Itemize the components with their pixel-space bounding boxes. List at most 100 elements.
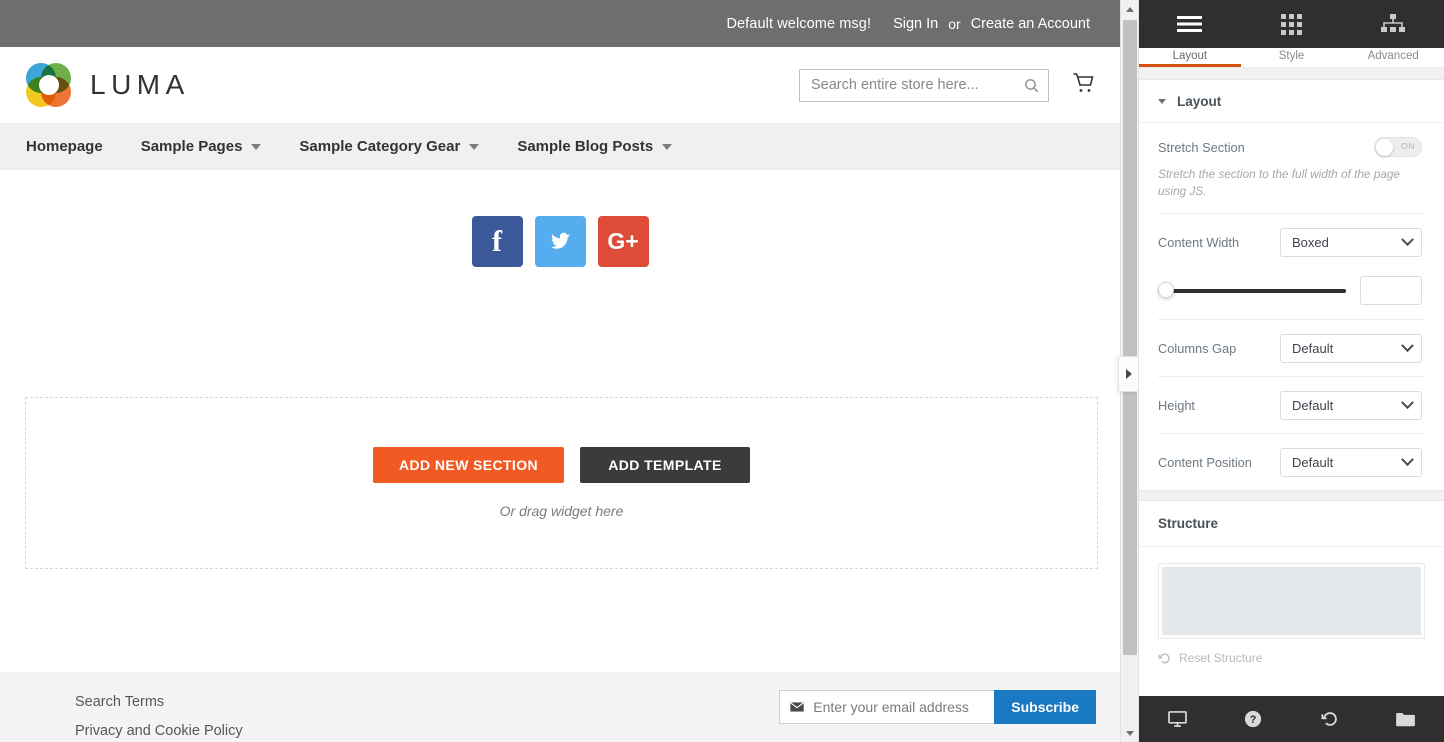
- height-select[interactable]: Default: [1280, 391, 1422, 421]
- store-header: LUMA: [0, 47, 1120, 123]
- toggle-state-label: NO: [1400, 141, 1414, 151]
- section-separator: [1139, 490, 1444, 502]
- sign-in-link[interactable]: Sign In: [893, 16, 938, 32]
- content-width-number-input[interactable]: [1360, 276, 1422, 306]
- columns-gap-label: Columns Gap: [1158, 341, 1237, 357]
- height-row: Height Default: [1139, 377, 1444, 433]
- scroll-down-arrow[interactable]: [1121, 724, 1138, 742]
- store-search[interactable]: [799, 68, 1049, 102]
- layout-section-title: Layout: [1177, 94, 1222, 109]
- drag-widget-hint: Or drag widget here: [499, 503, 624, 519]
- tab-advanced[interactable]: [1342, 0, 1444, 48]
- create-account-link[interactable]: Create an Account: [971, 16, 1090, 32]
- tab-style[interactable]: [1241, 0, 1343, 48]
- reset-structure-button[interactable]: Reset Structure: [1139, 639, 1444, 665]
- structure-section-header: Structure: [1139, 501, 1444, 548]
- logo-wordmark: LUMA: [90, 69, 190, 100]
- stretch-section-row: Stretch Section NO: [1139, 123, 1444, 170]
- nav-label: Sample Blog Posts: [517, 138, 654, 155]
- history-icon[interactable]: [1292, 710, 1368, 728]
- structure-preview[interactable]: [1158, 563, 1425, 640]
- chevron-down-icon: [1401, 453, 1414, 467]
- scroll-up-arrow[interactable]: [1121, 0, 1138, 18]
- content-position-value: Default: [1292, 455, 1334, 471]
- content-width-select[interactable]: Boxed: [1280, 228, 1422, 258]
- svg-text:?: ?: [1250, 714, 1257, 726]
- stretch-section-description: Stretch the section to the full width of…: [1158, 167, 1400, 199]
- store-navigation: Homepage Sample Pages Sample Category Ge…: [0, 123, 1120, 170]
- store-logo[interactable]: LUMA: [26, 62, 190, 108]
- responsive-mode-icon[interactable]: [1139, 710, 1215, 728]
- luma-logo-icon: [26, 62, 72, 108]
- twitter-icon[interactable]: [534, 216, 586, 267]
- tab-label-advanced[interactable]: Advanced: [1342, 48, 1444, 67]
- store-welcome-bar: Default welcome msg! Sign In or Create a…: [0, 0, 1120, 47]
- nav-label: Homepage: [26, 138, 103, 155]
- chevron-down-icon: [662, 143, 673, 150]
- nav-item-homepage[interactable]: Homepage: [26, 138, 103, 155]
- or-separator: or: [948, 15, 961, 32]
- editor-controls: Layout Stretch Section NO Stretch the se…: [1139, 80, 1444, 696]
- structure-body: [1139, 547, 1444, 640]
- facebook-glyph: f: [492, 224, 502, 258]
- editor-tab-icons: [1139, 0, 1444, 48]
- envelope-icon: [790, 702, 804, 712]
- content-position-label: Content Position: [1158, 455, 1252, 471]
- content-width-label: Content Width: [1158, 235, 1240, 251]
- structure-column-cell[interactable]: [1162, 567, 1421, 636]
- nav-item-sample-blog-posts[interactable]: Sample Blog Posts: [517, 138, 673, 155]
- cart-icon[interactable]: [1071, 71, 1096, 100]
- help-icon[interactable]: ?: [1215, 710, 1291, 728]
- hamburger-icon: [1177, 16, 1203, 32]
- stretch-section-toggle[interactable]: NO: [1374, 137, 1422, 157]
- library-icon[interactable]: [1368, 712, 1444, 727]
- slider-handle[interactable]: [1158, 282, 1174, 299]
- search-input[interactable]: [811, 77, 1023, 93]
- nav-label: Sample Category Gear: [299, 138, 461, 155]
- add-section-dropzone[interactable]: ADD NEW SECTION ADD TEMPLATE Or drag wid…: [25, 397, 1098, 569]
- footer-link-search-terms[interactable]: Search Terms: [75, 694, 243, 710]
- content-width-slider-row: [1139, 270, 1444, 319]
- content-width-slider[interactable]: [1158, 282, 1346, 299]
- tab-gap-bar: [1139, 68, 1444, 80]
- layout-section-header[interactable]: Layout: [1139, 80, 1444, 123]
- store-footer: Search Terms Privacy and Cookie Policy S…: [0, 672, 1120, 742]
- search-icon[interactable]: [1023, 77, 1040, 94]
- storefront-preview: Default welcome msg! Sign In or Create a…: [0, 0, 1120, 742]
- reset-structure-label: Reset Structure: [1179, 651, 1263, 666]
- columns-gap-row: Columns Gap Default: [1139, 320, 1444, 376]
- add-new-section-button[interactable]: ADD NEW SECTION: [373, 447, 564, 483]
- chevron-down-icon: [251, 143, 262, 150]
- columns-gap-select[interactable]: Default: [1280, 334, 1422, 364]
- height-value: Default: [1292, 398, 1334, 414]
- nav-item-sample-pages[interactable]: Sample Pages: [141, 138, 262, 155]
- facebook-icon[interactable]: f: [471, 216, 523, 267]
- nav-label: Sample Pages: [140, 138, 243, 155]
- chevron-down-icon: [1158, 99, 1166, 104]
- structure-section-title: Structure: [1158, 516, 1219, 532]
- chevron-right-icon: [1125, 369, 1132, 379]
- content-position-select[interactable]: Default: [1280, 448, 1422, 478]
- tab-label-style[interactable]: Style: [1241, 48, 1343, 67]
- footer-link-privacy-policy[interactable]: Privacy and Cookie Policy: [75, 723, 243, 739]
- panel-collapse-handle[interactable]: [1118, 356, 1138, 392]
- editor-panel: Layout Style Advanced Layout Stretch Sec…: [1138, 0, 1444, 742]
- chevron-down-icon: [1401, 396, 1414, 410]
- nav-item-sample-category-gear[interactable]: Sample Category Gear: [299, 138, 480, 155]
- tab-layout[interactable]: [1139, 0, 1241, 48]
- subscribe-button[interactable]: Subscribe: [994, 690, 1096, 724]
- slider-track: [1158, 288, 1346, 293]
- google-plus-icon[interactable]: G+: [597, 216, 649, 267]
- chevron-down-icon: [469, 143, 480, 150]
- scrollbar-thumb[interactable]: [1123, 20, 1137, 655]
- newsletter-field[interactable]: [779, 690, 995, 724]
- newsletter-signup: Subscribe: [779, 690, 1096, 724]
- header-actions: [799, 68, 1096, 102]
- height-label: Height: [1158, 398, 1195, 414]
- add-template-button[interactable]: ADD TEMPLATE: [580, 447, 750, 483]
- newsletter-email-input[interactable]: [813, 699, 995, 715]
- stretch-section-label: Stretch Section: [1158, 139, 1245, 155]
- active-tab-underline: [1139, 64, 1241, 67]
- chevron-down-icon: [1401, 339, 1414, 353]
- welcome-message: Default welcome msg!: [726, 15, 872, 32]
